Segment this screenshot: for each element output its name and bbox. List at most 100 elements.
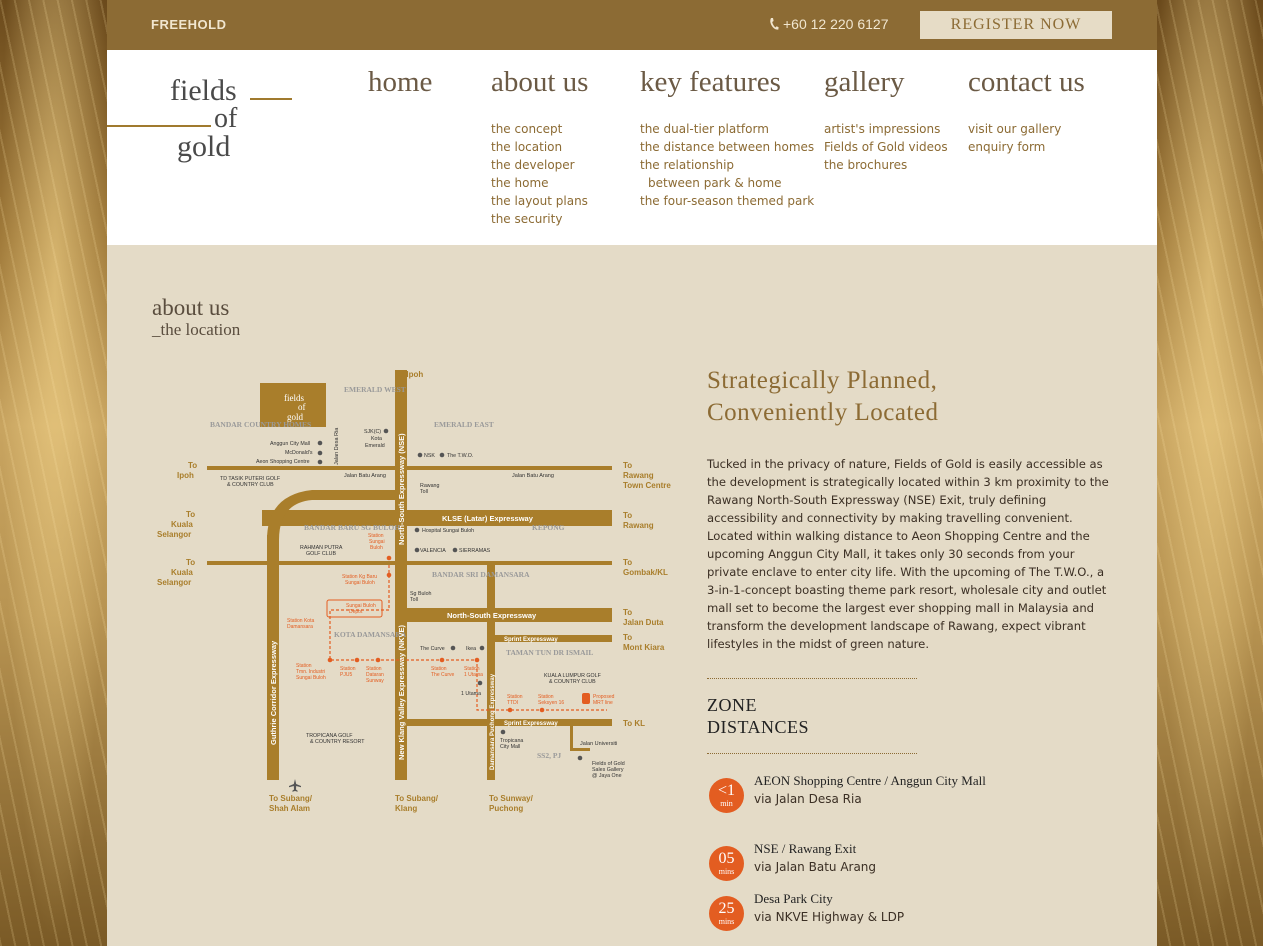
map-destination: Ipoh (177, 471, 194, 480)
map-destination: Rawang (623, 471, 654, 480)
map-poi: GOLF CLUB (306, 551, 336, 557)
nav-link-gallery[interactable]: gallery (824, 66, 948, 110)
map-station: 1 Utama (464, 672, 483, 678)
section-heading: Strategically Planned, Conveniently Loca… (707, 365, 938, 429)
map-destination: To (188, 461, 197, 470)
zone-item: 05 mins NSE / Rawang Exit via Jalan Batu… (709, 840, 1009, 885)
zone-place: NSE / Rawang Exit via Jalan Batu Arang (754, 840, 1014, 876)
nav-sub-link[interactable]: the security (491, 210, 588, 228)
nav-sub-link[interactable]: the location (491, 138, 588, 156)
map-destination: To Sunway/ (489, 794, 534, 803)
map-destination: Puchong (489, 804, 523, 813)
map-road-label: North-South Expressway (NSE) (397, 433, 406, 545)
zone-place-name: NSE / Rawang Exit (754, 841, 857, 856)
map-destination: Gombak/KL (623, 568, 668, 577)
map-station: TTDI (507, 700, 518, 706)
fields-of-gold-logo[interactable]: fields of gold (107, 70, 297, 190)
map-poi: Hospital Sungai Buloh (422, 528, 474, 534)
map-destination: To KL (623, 719, 645, 728)
map-poi: Aeon Shopping Centre (256, 459, 310, 465)
nav-sub-link[interactable]: the developer (491, 156, 588, 174)
map-area-label: TAMAN TUN DR ISMAIL (506, 648, 593, 657)
nav-sub-link[interactable]: artist's impressions (824, 120, 948, 138)
map-poi: Toll (420, 489, 428, 495)
map-station: MRT line (593, 700, 613, 706)
nav-sub-link[interactable]: the brochures (824, 156, 948, 174)
map-destination: Rawang (623, 521, 654, 530)
map-road-label: Sprint Expressway (504, 721, 558, 727)
map-poi: & COUNTRY RESORT (310, 739, 365, 745)
map-station: Sunway (366, 678, 384, 684)
logo-word-of: of (214, 103, 238, 134)
zone-place: AEON Shopping Centre / Anggun City Mall … (754, 772, 1014, 808)
map-poi: City Mall (500, 744, 520, 750)
map-destination: To (623, 608, 632, 617)
nav-sub-link[interactable]: the home (491, 174, 588, 192)
map-poi: & COUNTRY CLUB (227, 482, 274, 488)
zone-title-line: DISTANCES (707, 717, 810, 737)
map-poi: Anggun City Mall (270, 441, 310, 447)
map-area-label: BANDAR BARU SG BULOH (304, 523, 400, 532)
map-station: The Curve (431, 672, 455, 678)
nav-sub-link[interactable]: the layout plans (491, 192, 588, 210)
nav-link-key-features[interactable]: key features (640, 66, 814, 110)
nav-sub-link[interactable]: the dual-tier platform (640, 120, 814, 138)
map-destination: Town Centre (623, 481, 671, 490)
map-poi: Ikea (466, 646, 476, 652)
nav-sub-link[interactable]: the four-season themed park (640, 192, 814, 210)
nav-key-features: key features the dual-tier platform the … (640, 66, 814, 210)
phone-icon (770, 18, 779, 30)
map-road-label: KLSE (Latar) Expressway (442, 514, 534, 523)
map-destination: To Ipoh (395, 370, 423, 379)
map-destination: To (186, 510, 195, 519)
nav-sub-link[interactable]: the concept (491, 120, 588, 138)
map-poi: The T.W.O. (447, 453, 473, 459)
nav-sub-link[interactable]: enquiry form (968, 138, 1085, 156)
nav-sub-link[interactable]: the distance between homes (640, 138, 814, 156)
map-destination: To Subang/ (395, 794, 439, 803)
map-destination: Jalan Duta (623, 618, 664, 627)
map-station: Damansara (287, 624, 313, 630)
nav-sub-link[interactable]: the relationship (640, 156, 814, 174)
map-station: Depot (349, 609, 363, 615)
nav-sub-link[interactable]: Fields of Gold videos (824, 138, 948, 156)
map-poi: The Curve (420, 646, 445, 652)
map-area-label: EMERALD WEST (344, 385, 406, 394)
zone-via: via NKVE Highway & LDP (754, 910, 905, 924)
map-road-label: Damansara Puchong Expressway (490, 673, 496, 770)
nav-link-about-us[interactable]: about us (491, 66, 588, 110)
nav-sub-link[interactable]: visit our gallery (968, 120, 1085, 138)
map-area-label: SS2, PJ (537, 751, 561, 760)
nav-sub-link[interactable]: between park & home (640, 174, 814, 192)
time-badge: 25 mins (709, 896, 744, 931)
nav-link-home[interactable]: home (368, 66, 432, 110)
time-value: 05 (718, 850, 735, 867)
map-destination: Shah Alam (269, 804, 310, 813)
map-poi: SJK(C) (364, 429, 381, 435)
logo-rule (250, 98, 292, 100)
map-area-label: BANDAR COUNTRY HOMES (210, 420, 311, 429)
map-poi: NSK (424, 453, 435, 459)
map-area-label: EMERALD EAST (434, 420, 494, 429)
divider (707, 678, 917, 679)
map-destination: Kuala (171, 520, 193, 529)
map-road-label: Jalan Batu Arang (512, 473, 554, 479)
time-unit: mins (718, 867, 735, 876)
phone-number[interactable]: +60 12 220 6127 (769, 16, 889, 32)
logo-word-fields: fields (170, 74, 237, 107)
map-destination: Mont Kiara (623, 643, 665, 652)
nav-link-contact-us[interactable]: contact us (968, 66, 1085, 110)
zone-via: via Jalan Desa Ria (754, 792, 862, 806)
zone-item: 25 mins Desa Park City via NKVE Highway … (709, 890, 1009, 935)
time-value: 25 (718, 900, 735, 917)
map-poi: Emerald (365, 443, 385, 449)
map-station: Sungai Buloh (345, 580, 375, 586)
map-road-label: Jalan Desa Ria (334, 427, 340, 465)
register-now-button[interactable]: REGISTER NOW (920, 11, 1112, 39)
nav-gallery: gallery artist's impressions Fields of G… (824, 66, 948, 174)
zone-item: <1 min AEON Shopping Centre / Anggun Cit… (709, 772, 1009, 817)
map-roads (207, 370, 612, 780)
section-title: about us (152, 295, 230, 320)
map-destination: To Subang/ (269, 794, 313, 803)
map-station: Buloh (370, 545, 383, 551)
